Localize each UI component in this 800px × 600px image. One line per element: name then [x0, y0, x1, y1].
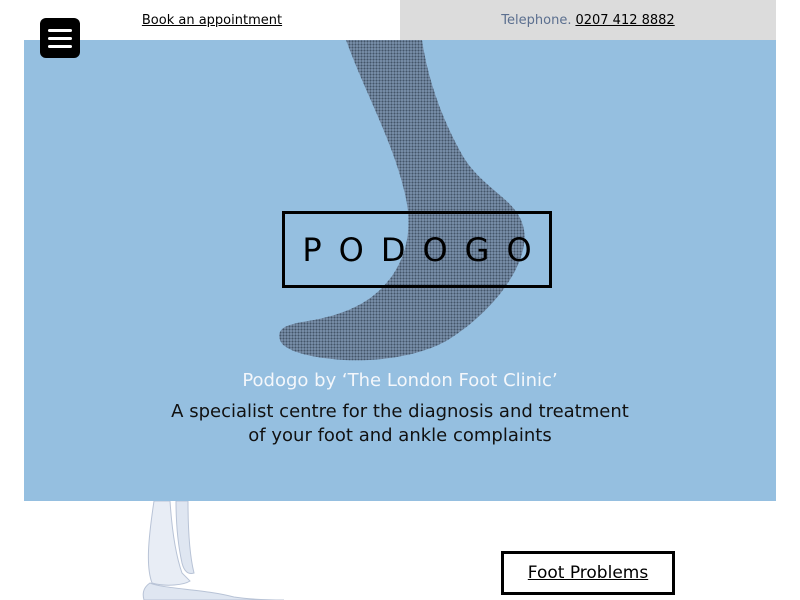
menu-button[interactable]	[40, 18, 80, 58]
podogo-logo: PODOGO	[282, 211, 552, 288]
top-bar: Book an appointment Telephone. 0207 412 …	[0, 0, 800, 40]
logo-text: PODOGO	[302, 230, 549, 269]
foot-problems-button[interactable]: Foot Problems	[501, 551, 675, 595]
hamburger-menu-icon	[48, 28, 72, 32]
telephone-label: Telephone.	[501, 12, 572, 28]
hero-description: A specialist centre for the diagnosis an…	[144, 400, 656, 448]
hero-description-line-1: A specialist centre for the diagnosis an…	[171, 401, 629, 422]
skeleton-foot-image	[84, 501, 342, 600]
appointment-bar: Book an appointment	[24, 0, 400, 40]
telephone-link[interactable]: 0207 412 8882	[575, 13, 674, 28]
hero-banner: PODOGO Podogo by ‘The London Foot Clinic…	[24, 40, 776, 501]
hero-subtitle: Podogo by ‘The London Foot Clinic’	[242, 370, 558, 391]
hamburger-menu-icon-bar	[48, 44, 72, 48]
telephone-bar: Telephone. 0207 412 8882	[400, 0, 776, 40]
book-appointment-link[interactable]: Book an appointment	[142, 13, 282, 28]
skeleton-foot-illustration	[142, 501, 285, 600]
hero-description-line-2: of your foot and ankle complaints	[248, 425, 552, 446]
hamburger-menu-icon-bar	[48, 36, 72, 40]
